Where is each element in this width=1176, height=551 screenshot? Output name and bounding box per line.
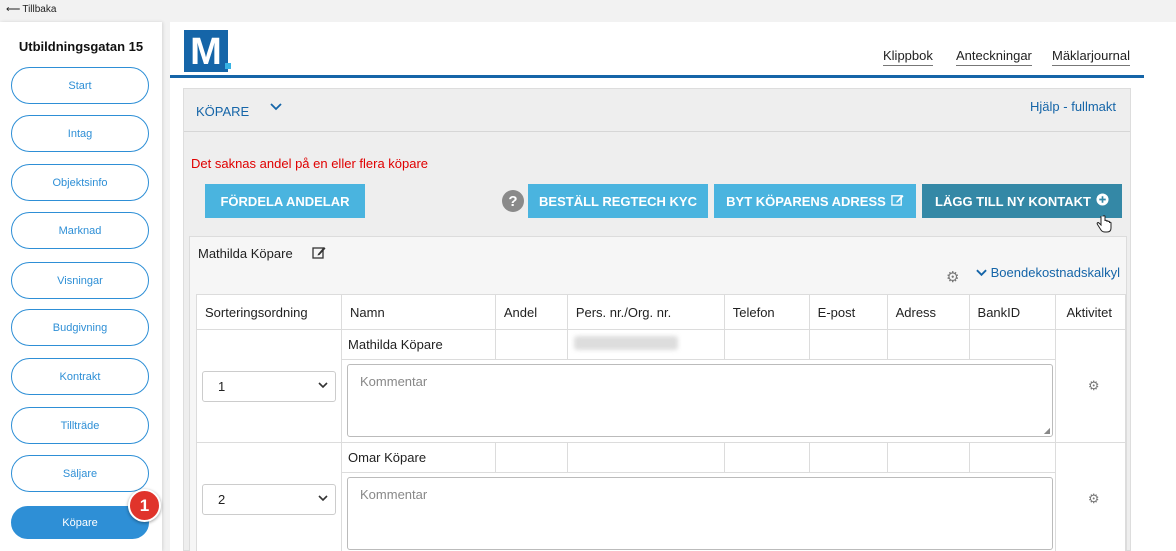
col-header-personal-number: Pers. nr./Org. nr.: [566, 294, 725, 330]
back-link[interactable]: ⟵ Tillbaka: [6, 4, 56, 15]
address-cell: [886, 442, 970, 473]
buyer-section: KÖPARE Hjälp - fullmakt Det saknas andel…: [183, 88, 1131, 551]
sidebar: Utbildningsgatan 15 Start Intag Objektsi…: [0, 22, 162, 551]
email-cell: [808, 442, 888, 473]
col-header-activity: Aktivitet: [1055, 294, 1126, 330]
sidebar-item-start[interactable]: Start: [11, 67, 149, 104]
comment-field[interactable]: Kommentar: [347, 477, 1054, 550]
col-header-sort: Sorteringsordning: [195, 294, 343, 330]
back-link-label: Tillbaka: [22, 4, 57, 15]
bankid-cell: [968, 442, 1057, 473]
col-header-bankid: BankID: [968, 294, 1057, 330]
back-arrow-icon: ⟵: [6, 4, 21, 15]
sort-order-value: 1: [218, 378, 226, 394]
housing-cost-calc-link[interactable]: Boendekostnadskalkyl: [976, 265, 1120, 280]
sidebar-item-tilltrade[interactable]: Tillträde: [11, 407, 149, 444]
hand-cursor-icon: [1096, 215, 1112, 238]
resize-handle-icon[interactable]: ◢: [1044, 426, 1050, 435]
buyer-name: Mathilda Köpare: [341, 329, 496, 360]
sort-order-value: 2: [218, 491, 226, 507]
add-contact-label: LÄGG TILL NY KONTAKT: [935, 193, 1091, 209]
chevron-down-icon: [318, 485, 328, 514]
email-cell: [808, 329, 888, 360]
sidebar-item-budgivning[interactable]: Budgivning: [11, 309, 149, 346]
address-cell: [886, 329, 970, 360]
sort-cell: 2: [195, 442, 343, 551]
buyers-table: Sorteringsordning Namn Andel Pers. nr./O…: [195, 294, 1126, 551]
comment-field[interactable]: Kommentar ◢: [347, 364, 1054, 437]
help-icon[interactable]: ?: [502, 190, 524, 212]
chevron-down-icon[interactable]: [270, 100, 282, 115]
sidebar-item-marknad[interactable]: Marknad: [11, 212, 149, 249]
redacted-personal-number: [573, 336, 678, 350]
nav-klippbok[interactable]: Klippbok: [883, 48, 933, 66]
sidebar-item-kontrakt[interactable]: Kontrakt: [11, 358, 149, 395]
personal-number-cell: [566, 442, 725, 473]
activity-gear-icon[interactable]: ⚙: [1055, 329, 1126, 443]
buyer-name: Omar Köpare: [341, 442, 496, 473]
table-row: 1 Mathilda Köpare ⚙: [195, 329, 1126, 443]
chevron-down-icon: [318, 372, 328, 401]
col-header-share: Andel: [494, 294, 568, 330]
sidebar-item-visningar[interactable]: Visningar: [11, 262, 149, 299]
order-regtech-kyc-button[interactable]: BESTÄLL REGTECH KYC: [528, 184, 708, 218]
col-header-phone: Telefon: [723, 294, 810, 330]
buyer-panel: Mathilda Köpare ⚙ Boendekostnadskalkyl S…: [189, 236, 1127, 551]
comment-placeholder: Kommentar: [360, 487, 428, 502]
change-buyer-address-button[interactable]: BYT KÖPARENS ADRESS: [714, 184, 916, 218]
chevron-down-icon: [976, 269, 987, 277]
gear-icon[interactable]: ⚙: [946, 268, 959, 286]
sidebar-item-intag[interactable]: Intag: [11, 115, 149, 152]
col-header-address: Adress: [886, 294, 970, 330]
comment-cell: Kommentar ◢: [341, 359, 1057, 443]
add-new-contact-button[interactable]: LÄGG TILL NY KONTAKT: [922, 184, 1122, 218]
missing-share-warning: Det saknas andel på en eller flera köpar…: [191, 156, 429, 171]
order-kyc-label: BESTÄLL REGTECH KYC: [539, 193, 697, 209]
nav-maklarjournal[interactable]: Mäklarjournal: [1052, 48, 1131, 66]
share-cell: [494, 329, 568, 360]
personal-number-cell: [566, 329, 725, 360]
contact-name: Mathilda Köpare: [198, 246, 293, 261]
distribute-shares-label: FÖRDELA ANDELAR: [220, 193, 350, 209]
header-divider: [170, 75, 1144, 78]
step-badge-1: 1: [128, 489, 161, 522]
comment-cell: Kommentar: [341, 472, 1057, 551]
table-row: 2 Omar Köpare ⚙: [195, 442, 1126, 551]
sidebar-item-saljare[interactable]: Säljare: [11, 455, 149, 492]
main-content: M Klippbok Anteckningar Mäklarjournal KÖ…: [170, 22, 1176, 551]
activity-gear-icon[interactable]: ⚙: [1055, 442, 1126, 551]
edit-contact-icon[interactable]: [312, 245, 326, 262]
plus-circle-icon: [1096, 193, 1109, 209]
distribute-shares-button[interactable]: FÖRDELA ANDELAR: [205, 184, 365, 218]
share-cell: [494, 442, 568, 473]
comment-placeholder: Kommentar: [360, 374, 428, 389]
sidebar-item-objektsinfo[interactable]: Objektsinfo: [11, 164, 149, 201]
col-header-email: E-post: [808, 294, 888, 330]
edit-icon: [891, 193, 904, 209]
phone-cell: [723, 329, 810, 360]
bankid-cell: [968, 329, 1057, 360]
sort-cell: 1: [195, 329, 343, 443]
help-power-of-attorney-link[interactable]: Hjälp - fullmakt: [1030, 99, 1116, 114]
logo-dot: [225, 63, 231, 69]
sort-order-select[interactable]: 1: [202, 370, 336, 402]
nav-anteckningar[interactable]: Anteckningar: [956, 48, 1032, 66]
calc-link-label: Boendekostnadskalkyl: [990, 265, 1120, 280]
logo: M: [184, 30, 228, 73]
property-title: Utbildningsgatan 15: [18, 39, 144, 54]
section-header: KÖPARE Hjälp - fullmakt: [184, 89, 1130, 132]
sort-order-select[interactable]: 2: [202, 483, 336, 515]
phone-cell: [723, 442, 810, 473]
section-title: KÖPARE: [196, 104, 250, 119]
col-header-name: Namn: [341, 294, 496, 330]
change-address-label: BYT KÖPARENS ADRESS: [726, 193, 886, 209]
